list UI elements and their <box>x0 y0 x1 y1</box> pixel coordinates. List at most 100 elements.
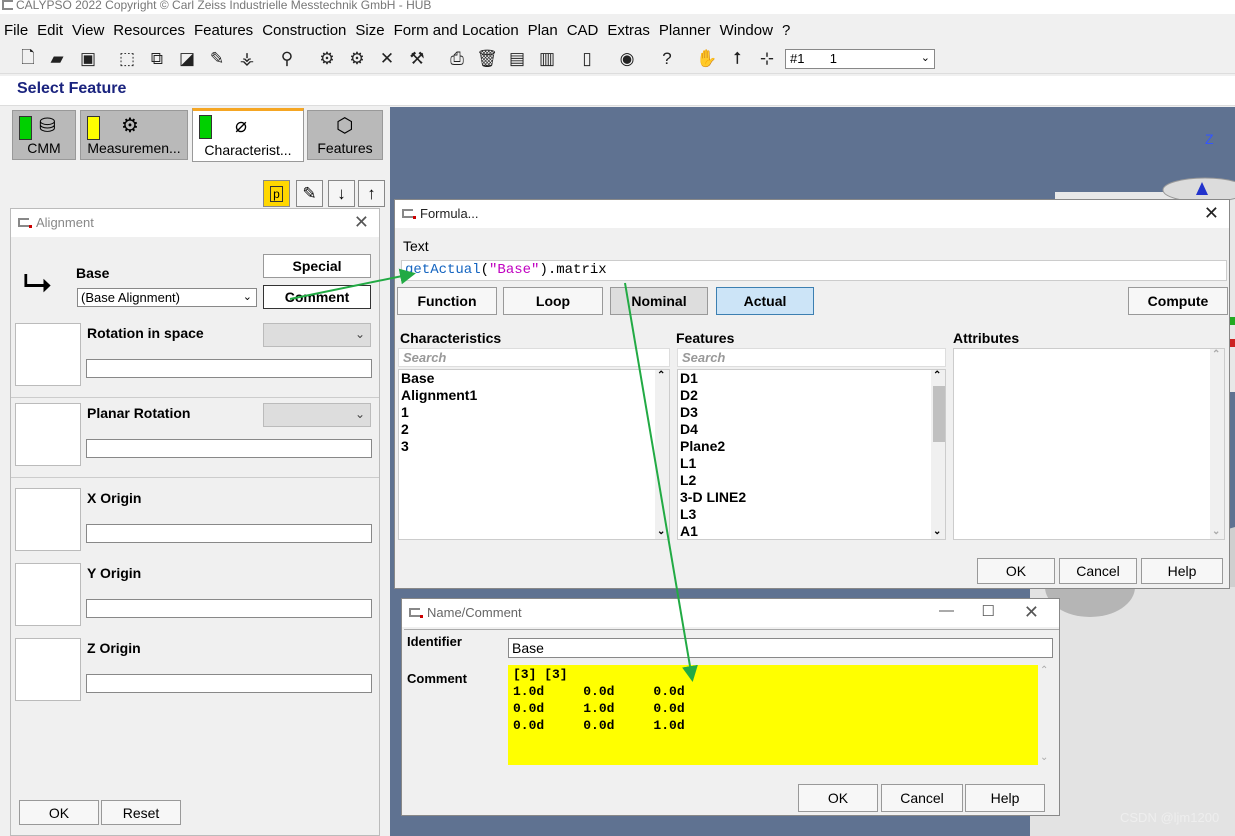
list-item[interactable]: L2 <box>678 472 945 489</box>
brush-icon[interactable]: ✎ <box>205 47 229 71</box>
tab-characteristics[interactable]: ⌀ Characterist... <box>192 108 304 162</box>
list-item[interactable]: A1 <box>678 523 945 539</box>
cancel-button[interactable]: Cancel <box>881 784 963 812</box>
menu-window[interactable]: Window <box>716 20 777 41</box>
copy-icon[interactable]: ⧉ <box>145 47 169 71</box>
print-icon[interactable]: ⎙ <box>445 47 469 71</box>
compute-button[interactable]: Compute <box>1128 287 1228 315</box>
formula-text-field[interactable]: getActual("Base").matrix <box>401 260 1227 281</box>
tab-features[interactable]: ⬡ Features <box>307 110 383 160</box>
tab-cmm[interactable]: ⛁ CMM <box>12 110 76 160</box>
scrollbar[interactable]: ⌃ ⌄ <box>655 370 669 539</box>
tools-cross-icon[interactable]: ✕ <box>375 47 399 71</box>
menu-planner[interactable]: Planner <box>655 20 715 41</box>
list-item[interactable]: D2 <box>678 387 945 404</box>
list-item[interactable]: D3 <box>678 404 945 421</box>
menu-construction[interactable]: Construction <box>258 20 350 41</box>
move-down-icon[interactable]: ↓ <box>328 180 355 207</box>
probe-icon[interactable]: ⚶ <box>235 47 259 71</box>
scrollbar-thumb[interactable] <box>933 386 945 442</box>
list-item[interactable]: D1 <box>678 370 945 387</box>
ok-button[interactable]: OK <box>977 558 1055 584</box>
rotation-field[interactable] <box>86 359 372 378</box>
comment-button[interactable]: Comment <box>263 285 371 309</box>
help-button[interactable]: Help <box>965 784 1045 812</box>
save-icon[interactable]: ▣ <box>76 47 100 71</box>
rotation-select[interactable]: ⌄ <box>263 323 371 347</box>
delete-icon[interactable]: 🗑 <box>475 47 499 71</box>
ok-button[interactable]: OK <box>19 800 99 825</box>
parameter-icon[interactable]: p <box>263 180 290 207</box>
scrollbar[interactable]: ⌃ ⌄ <box>1038 665 1052 765</box>
y-origin-field[interactable] <box>86 599 372 618</box>
wrench-icon[interactable]: ⚒ <box>405 47 429 71</box>
list-item[interactable]: 3 <box>399 438 669 455</box>
feature-tool-2-icon[interactable]: ⚙ <box>345 47 369 71</box>
scrollbar[interactable]: ⌃ ⌄ <box>1210 349 1224 539</box>
list-item[interactable]: L1 <box>678 455 945 472</box>
scrollbar[interactable]: ⌃ ⌄ <box>931 370 945 539</box>
menu-resources[interactable]: Resources <box>109 20 189 41</box>
hand-icon[interactable]: ✋ <box>695 47 719 71</box>
menu-edit[interactable]: Edit <box>33 20 67 41</box>
feature-tool-1-icon[interactable]: ⚙ <box>315 47 339 71</box>
menu-cad[interactable]: CAD <box>563 20 603 41</box>
minimize-icon[interactable]: — <box>939 602 954 619</box>
menu-size[interactable]: Size <box>351 20 388 41</box>
z-origin-field[interactable] <box>86 674 372 693</box>
list-item[interactable]: Alignment1 <box>399 387 669 404</box>
loop-button[interactable]: Loop <box>503 287 603 315</box>
table-report-icon[interactable]: ▥ <box>535 47 559 71</box>
clearance-plane-combo[interactable]: #1 1 ⌄ <box>785 49 935 69</box>
comment-textarea[interactable]: [3] [3] 1.0d 0.0d 0.0d 0.0d 1.0d 0.0d 0.… <box>508 665 1038 765</box>
help-icon[interactable]: ? <box>655 47 679 71</box>
function-button[interactable]: Function <box>397 287 497 315</box>
nominal-button[interactable]: Nominal <box>610 287 708 315</box>
menu-file[interactable]: File <box>0 20 32 41</box>
list-item[interactable]: Base <box>399 370 669 387</box>
help-button[interactable]: Help <box>1141 558 1223 584</box>
close-icon[interactable]: ✕ <box>1024 602 1039 623</box>
base-alignment-select[interactable]: (Base Alignment) ⌄ <box>77 288 257 307</box>
paste-icon[interactable]: ◪ <box>175 47 199 71</box>
close-icon[interactable]: ✕ <box>354 212 369 233</box>
close-icon[interactable]: ✕ <box>1204 203 1219 224</box>
menu-extras[interactable]: Extras <box>603 20 654 41</box>
x-origin-field[interactable] <box>86 524 372 543</box>
list-item[interactable]: 3-D LINE2 <box>678 489 945 506</box>
axis-icon[interactable]: ⊹ <box>755 47 779 71</box>
cancel-button[interactable]: Cancel <box>1059 558 1137 584</box>
run-icon[interactable]: ▯ <box>575 47 599 71</box>
edit-pencil-icon[interactable]: ✎ <box>296 180 323 207</box>
planar-rotation-field[interactable] <box>86 439 372 458</box>
new-file-icon[interactable]: 🗋 <box>16 47 40 71</box>
arrow-up-icon[interactable]: ⭡ <box>725 47 749 71</box>
select-rect-icon[interactable]: ⬚ <box>115 47 139 71</box>
menu-view[interactable]: View <box>68 20 108 41</box>
list-item[interactable]: D4 <box>678 421 945 438</box>
tab-measurement[interactable]: ⚙ Measuremen... <box>80 110 188 160</box>
menu-help[interactable]: ? <box>778 20 794 41</box>
maximize-icon[interactable]: ☐ <box>982 602 995 620</box>
characteristics-search[interactable]: Search <box>398 348 670 367</box>
menu-plan[interactable]: Plan <box>524 20 562 41</box>
list-item[interactable]: L3 <box>678 506 945 523</box>
actual-button[interactable]: Actual <box>716 287 814 315</box>
open-folder-icon[interactable]: ▰ <box>45 47 69 71</box>
inspect-icon[interactable]: ◉ <box>615 47 639 71</box>
list-item[interactable]: 1 <box>399 404 669 421</box>
reset-button[interactable]: Reset <box>101 800 181 825</box>
move-up-icon[interactable]: ↑ <box>358 180 385 207</box>
planar-rotation-select[interactable]: ⌄ <box>263 403 371 427</box>
features-search[interactable]: Search <box>677 348 946 367</box>
report-icon[interactable]: ▤ <box>505 47 529 71</box>
menu-features[interactable]: Features <box>190 20 257 41</box>
special-button[interactable]: Special <box>263 254 371 278</box>
menu-form-location[interactable]: Form and Location <box>390 20 523 41</box>
list-item[interactable]: 2 <box>399 421 669 438</box>
planar-status-box <box>15 403 81 466</box>
identifier-field[interactable]: Base <box>508 638 1053 658</box>
zoom-icon[interactable]: ⚲ <box>275 47 299 71</box>
ok-button[interactable]: OK <box>798 784 878 812</box>
list-item[interactable]: Plane2 <box>678 438 945 455</box>
